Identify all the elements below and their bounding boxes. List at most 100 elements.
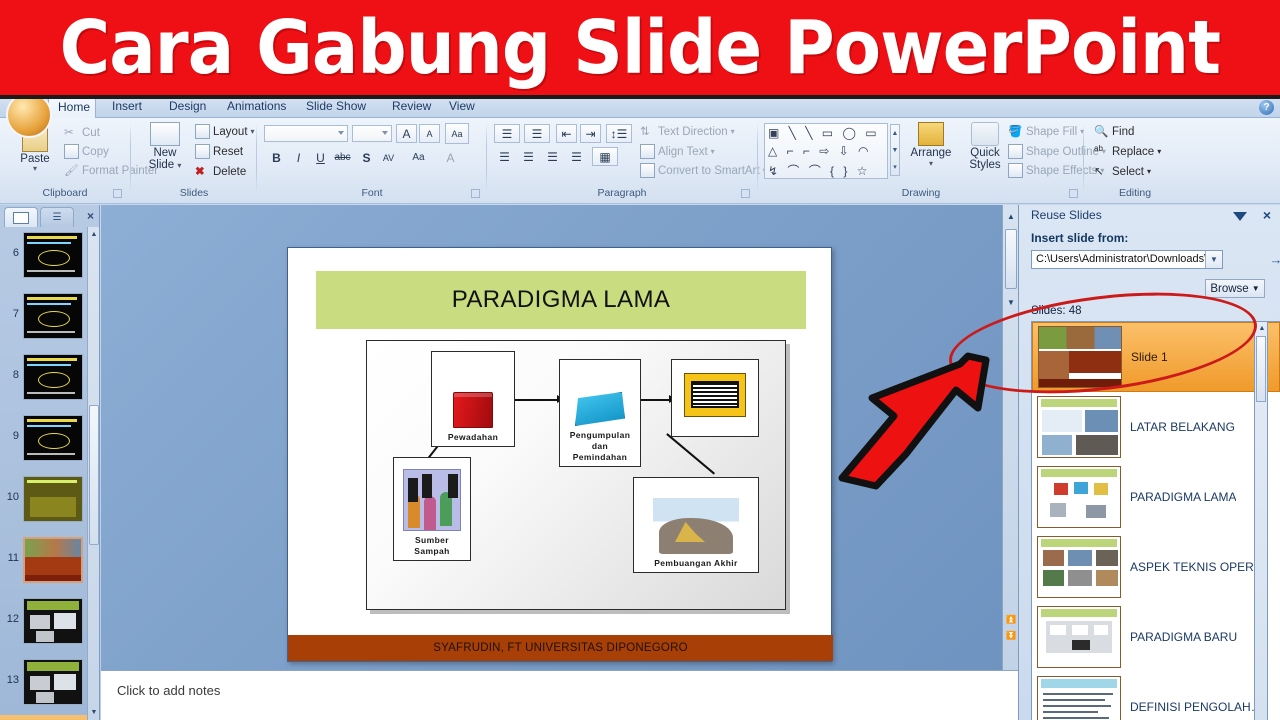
path-input[interactable]: C:\Users\Administrator\Downloads\Docum ▼ — [1031, 250, 1223, 269]
align-left-button[interactable]: ☰ — [494, 147, 515, 166]
slide-diagram[interactable]: Sumber Sampah Pewadahan Pengumpulan dan … — [366, 340, 786, 610]
layout-button[interactable]: Layout ▾ — [195, 124, 255, 139]
new-slide-button[interactable]: New Slide ▾ — [138, 122, 192, 171]
shapes-gallery-scroll[interactable]: ▲ ▼ ▾ — [890, 124, 900, 176]
reuse-slide-item[interactable]: ASPEK TEKNIS OPER… — [1032, 532, 1280, 602]
thumbnail-row[interactable]: 7 — [0, 288, 88, 349]
slides-tab[interactable] — [4, 207, 38, 227]
quick-styles-button[interactable]: Quick Styles — [958, 122, 1012, 171]
tab-home[interactable]: Home — [48, 96, 96, 118]
thumbnail-row[interactable]: 6 — [0, 227, 88, 288]
bold-button[interactable]: B — [266, 148, 287, 167]
scrollbar-thumb[interactable] — [1005, 229, 1017, 289]
reset-button[interactable]: Reset — [195, 144, 243, 159]
columns-button[interactable]: ▦ — [592, 147, 618, 166]
font-dialog-launcher[interactable] — [471, 189, 480, 198]
scrollbar-thumb[interactable] — [89, 405, 99, 545]
diagram-node-sumber-sampah[interactable]: Sumber Sampah — [393, 457, 471, 561]
reuse-slide-thumbnail[interactable] — [1037, 396, 1121, 458]
character-spacing-button[interactable]: AV — [378, 148, 399, 167]
notes-pane[interactable]: Click to add notes — [101, 670, 1018, 720]
decrease-indent-button[interactable]: ⇤ — [556, 124, 577, 143]
tab-animations[interactable]: Animations — [218, 96, 295, 118]
reuse-slide-item[interactable]: PARADIGMA BARU — [1032, 602, 1280, 672]
reuse-slide-item[interactable]: PARADIGMA LAMA — [1032, 462, 1280, 532]
thumbnail-row[interactable]: 9 — [0, 410, 88, 471]
align-center-button[interactable]: ☰ — [518, 147, 539, 166]
shape-fill-button[interactable]: 🪣 Shape Fill ▾ — [1008, 124, 1084, 139]
reuse-slide-item[interactable]: Slide 1 — [1032, 322, 1280, 392]
clear-formatting-button[interactable]: Aa — [445, 123, 469, 144]
reuse-slide-thumbnail[interactable] — [1038, 326, 1122, 388]
thumbnail-preview[interactable] — [23, 659, 83, 705]
align-right-button[interactable]: ☰ — [542, 147, 563, 166]
tab-design[interactable]: Design — [160, 96, 215, 118]
change-case-button[interactable]: Aa — [408, 148, 429, 167]
slide-title-box[interactable]: PARADIGMA LAMA — [316, 271, 806, 329]
next-slide-button[interactable]: ⏬ — [1005, 628, 1017, 642]
bullets-button[interactable]: ☰ — [494, 124, 520, 143]
scroll-up-icon[interactable]: ▲ — [89, 229, 99, 240]
reuse-slide-item[interactable]: LATAR BELAKANG — [1032, 392, 1280, 462]
shapes-gallery[interactable]: ▣ ╲ ╲ ▭ ◯ ▭ △ ⌐ ⌐ ⇨ ⇩ ◠ ↯ ⌒ ⌒ { } ☆ — [764, 123, 888, 179]
scroll-up-icon[interactable]: ▲ — [1257, 323, 1267, 334]
thumbnail-preview[interactable] — [23, 293, 83, 339]
thumbnail-row[interactable]: 10 — [0, 471, 88, 532]
paragraph-dialog-launcher[interactable] — [741, 189, 750, 198]
go-button[interactable]: → — [1265, 250, 1280, 269]
thumbnail-preview[interactable] — [23, 354, 83, 400]
diagram-node-pewadahan[interactable]: Pewadahan — [431, 351, 515, 447]
replace-button[interactable]: ab Replace ▾ — [1094, 144, 1161, 159]
scroll-down-icon[interactable]: ▼ — [89, 707, 99, 718]
tab-slideshow[interactable]: Slide Show — [297, 96, 375, 118]
chevron-down-icon[interactable]: ▼ — [1205, 251, 1222, 268]
thumbnail-scrollbar[interactable]: ▲ ▼ — [87, 227, 99, 720]
scrollbar-thumb[interactable] — [1256, 336, 1266, 402]
thumbnail-preview[interactable] — [23, 598, 83, 644]
cut-button[interactable]: ✂ Cut — [64, 125, 100, 140]
underline-button[interactable]: U — [310, 148, 331, 167]
reuse-slides-list[interactable]: Slide 1 LATAR BELAKANG PARADIGMA LAMA ASPEK… — [1031, 321, 1280, 720]
arrange-button[interactable]: Arrange ▾ — [904, 122, 958, 168]
italic-button[interactable]: I — [288, 148, 309, 167]
current-slide[interactable]: PARADIGMA LAMA Sumber Sampah Pewadahan P… — [287, 247, 833, 662]
thumbnail-row[interactable]: 14 — [0, 715, 88, 720]
browse-button[interactable]: Browse ▼ — [1205, 279, 1265, 298]
thumbnail-preview[interactable] — [23, 232, 83, 278]
previous-slide-button[interactable]: ⏫ — [1005, 612, 1017, 626]
font-name-combo[interactable] — [264, 125, 348, 142]
justify-button[interactable]: ☰ — [566, 147, 587, 166]
delete-slide-button[interactable]: ✖ Delete — [195, 164, 246, 179]
select-button[interactable]: ↖ Select ▾ — [1094, 164, 1151, 179]
thumbnail-preview[interactable] — [23, 476, 83, 522]
thumbnail-list[interactable]: 6 7 8 9 10 11 12 13 14 — [0, 227, 88, 720]
thumbnail-row[interactable]: 12 — [0, 593, 88, 654]
text-shadow-button[interactable]: S — [356, 148, 377, 167]
diagram-node-pembuangan-akhir[interactable]: Pembuangan Akhir — [633, 477, 759, 573]
reuse-list-scrollbar[interactable]: ▲ ▼ — [1254, 321, 1268, 720]
reuse-slide-item[interactable]: DEFINISI PENGOLAH… — [1032, 672, 1280, 720]
find-button[interactable]: 🔍 Find — [1094, 124, 1134, 139]
shrink-font-button[interactable]: A — [419, 124, 440, 143]
close-panel-button[interactable]: × — [87, 209, 94, 223]
reuse-slide-thumbnail[interactable] — [1037, 676, 1121, 720]
line-spacing-button[interactable]: ↕☰ — [606, 124, 632, 143]
text-direction-button[interactable]: ⇅ Text Direction ▾ — [640, 124, 735, 139]
scroll-down-icon[interactable]: ▼ — [1005, 295, 1017, 309]
numbering-button[interactable]: ☰ — [524, 124, 550, 143]
help-icon[interactable]: ? — [1259, 100, 1274, 115]
font-color-button[interactable]: A — [440, 148, 461, 167]
diagram-node-truk[interactable] — [671, 359, 759, 437]
copy-button[interactable]: Copy — [64, 144, 109, 159]
tab-review[interactable]: Review — [383, 96, 440, 118]
strikethrough-button[interactable]: abc — [332, 148, 353, 167]
slide-footer-box[interactable]: SYAFRUDIN, FT UNIVERSITAS DIPONEGORO — [288, 635, 833, 661]
reuse-slide-thumbnail[interactable] — [1037, 466, 1121, 528]
convert-to-smartart-button[interactable]: Convert to SmartArt ▾ — [640, 163, 767, 178]
thumbnail-row[interactable]: 8 — [0, 349, 88, 410]
reuse-slide-thumbnail[interactable] — [1037, 606, 1121, 668]
increase-indent-button[interactable]: ⇥ — [580, 124, 601, 143]
chevron-down-icon[interactable] — [1233, 212, 1247, 221]
thumbnail-preview[interactable] — [23, 415, 83, 461]
reuse-slide-thumbnail[interactable] — [1037, 536, 1121, 598]
